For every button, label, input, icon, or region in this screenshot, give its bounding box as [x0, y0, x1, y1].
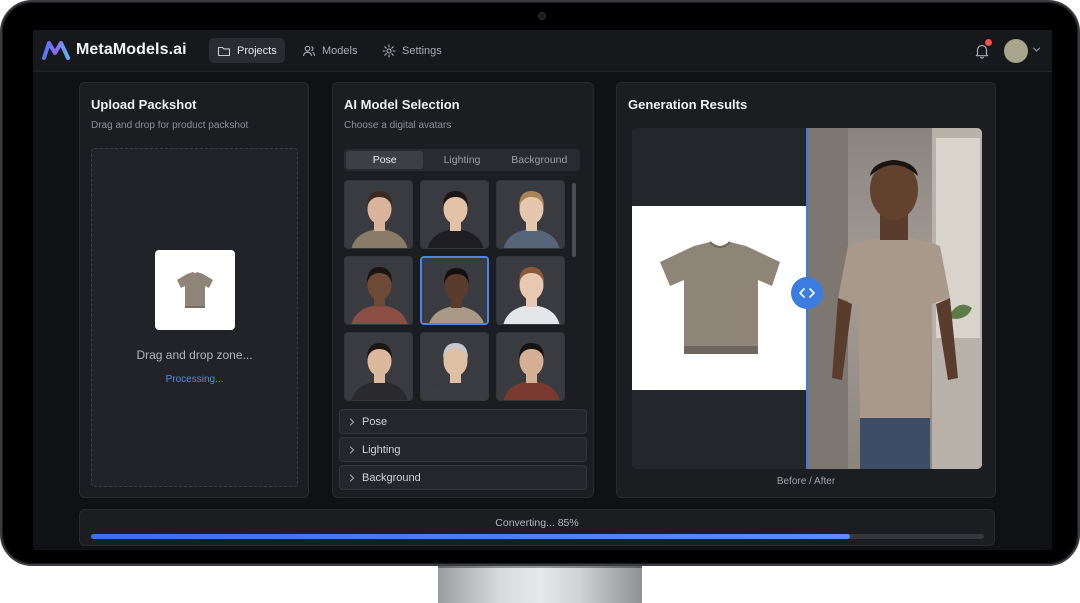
nav-models[interactable]: Models	[294, 38, 365, 63]
chevron-left-right-icon	[799, 288, 815, 298]
monitor-frame: MetaModels.ai Projects Models Settings U…	[0, 0, 1080, 566]
upload-status: Processing...	[165, 374, 224, 385]
app-logo[interactable]: MetaModels.ai	[42, 40, 187, 60]
accordion-pose[interactable]: Pose	[339, 409, 587, 434]
avatar-option[interactable]	[496, 180, 565, 249]
top-nav: MetaModels.ai Projects Models Settings	[33, 30, 1052, 72]
accordion-lighting[interactable]: Lighting	[339, 437, 587, 462]
chevron-right-icon	[349, 473, 355, 482]
tab-pose[interactable]: Pose	[346, 151, 424, 169]
accordion-background-label: Background	[362, 471, 421, 484]
users-icon	[302, 45, 316, 56]
logo-icon	[42, 41, 70, 60]
before-image	[632, 206, 807, 390]
results-panel: Generation Results Before / After	[616, 82, 996, 498]
upload-panel: Upload Packshot Drag and drop for produc…	[79, 82, 309, 498]
nav-settings-label: Settings	[402, 44, 442, 57]
nav-models-label: Models	[322, 44, 358, 57]
app-name: MetaModels.ai	[76, 41, 187, 58]
model-selection-panel: AI Model Selection Choose a digital avat…	[332, 82, 594, 498]
tab-background[interactable]: Background	[501, 151, 578, 169]
device-mockup: MetaModels.ai Projects Models Settings U…	[0, 0, 1080, 603]
folder-icon	[217, 46, 231, 56]
app-screen: MetaModels.ai Projects Models Settings U…	[33, 30, 1052, 550]
avatar-portrait	[345, 333, 412, 400]
notification-badge	[985, 39, 992, 46]
compare-slider-handle[interactable]	[791, 277, 823, 309]
avatar-option[interactable]	[420, 332, 489, 401]
avatar-option[interactable]	[344, 180, 413, 249]
tshirt-packshot	[660, 241, 780, 354]
avatar-option[interactable]	[344, 256, 413, 325]
results-title: Generation Results	[628, 97, 748, 112]
chevron-down-icon[interactable]	[1032, 45, 1041, 54]
nav-projects[interactable]: Projects	[209, 38, 285, 63]
upload-title: Upload Packshot	[91, 97, 197, 112]
avatar-portrait	[345, 257, 412, 324]
avatar-portrait	[421, 333, 488, 400]
avatar-portrait	[497, 181, 564, 248]
after-image	[808, 128, 982, 469]
nav-settings[interactable]: Settings	[374, 38, 450, 63]
accordion-pose-label: Pose	[362, 415, 388, 428]
progress-label: Converting... 85%	[495, 517, 579, 529]
compare-caption: Before / After	[776, 476, 836, 487]
avatar-option[interactable]	[420, 180, 489, 249]
accordion-background[interactable]: Background	[339, 465, 587, 490]
accordion-lighting-label: Lighting	[362, 443, 401, 456]
camera-dot	[538, 12, 546, 20]
nav-projects-label: Projects	[237, 44, 277, 57]
avatar-portrait	[345, 181, 412, 248]
progress-card: Converting... 85%	[79, 509, 995, 546]
avatar-portrait	[497, 333, 564, 400]
packshot-thumbnail	[155, 250, 235, 330]
avatar-option[interactable]	[496, 332, 565, 401]
progress-fill	[91, 534, 851, 539]
tshirt-icon	[177, 272, 213, 308]
progress-track	[91, 534, 984, 539]
generated-model-image	[808, 128, 982, 469]
avatar-option[interactable]	[344, 332, 413, 401]
avatar-portrait	[497, 257, 564, 324]
avatar-portrait	[421, 181, 488, 248]
drop-zone-label: Drag and drop zone...	[136, 348, 253, 362]
chevron-right-icon	[349, 417, 355, 426]
model-tabs: Pose Lighting Background	[344, 149, 580, 171]
avatar-grid-scrollbar[interactable]	[572, 183, 576, 257]
avatar-option[interactable]	[420, 256, 489, 325]
models-subtitle: Choose a digital avatars	[344, 120, 452, 131]
gear-icon	[382, 43, 396, 58]
drop-zone[interactable]: Drag and drop zone... Processing...	[91, 148, 298, 487]
user-avatar[interactable]	[1004, 39, 1028, 63]
tab-lighting[interactable]: Lighting	[423, 151, 500, 169]
avatar-option[interactable]	[496, 256, 565, 325]
upload-subtitle: Drag and drop for product packshot	[91, 120, 249, 131]
models-title: AI Model Selection	[344, 97, 460, 112]
chevron-right-icon	[349, 445, 355, 454]
before-after-compare[interactable]	[632, 128, 982, 469]
avatar-portrait	[422, 258, 487, 323]
